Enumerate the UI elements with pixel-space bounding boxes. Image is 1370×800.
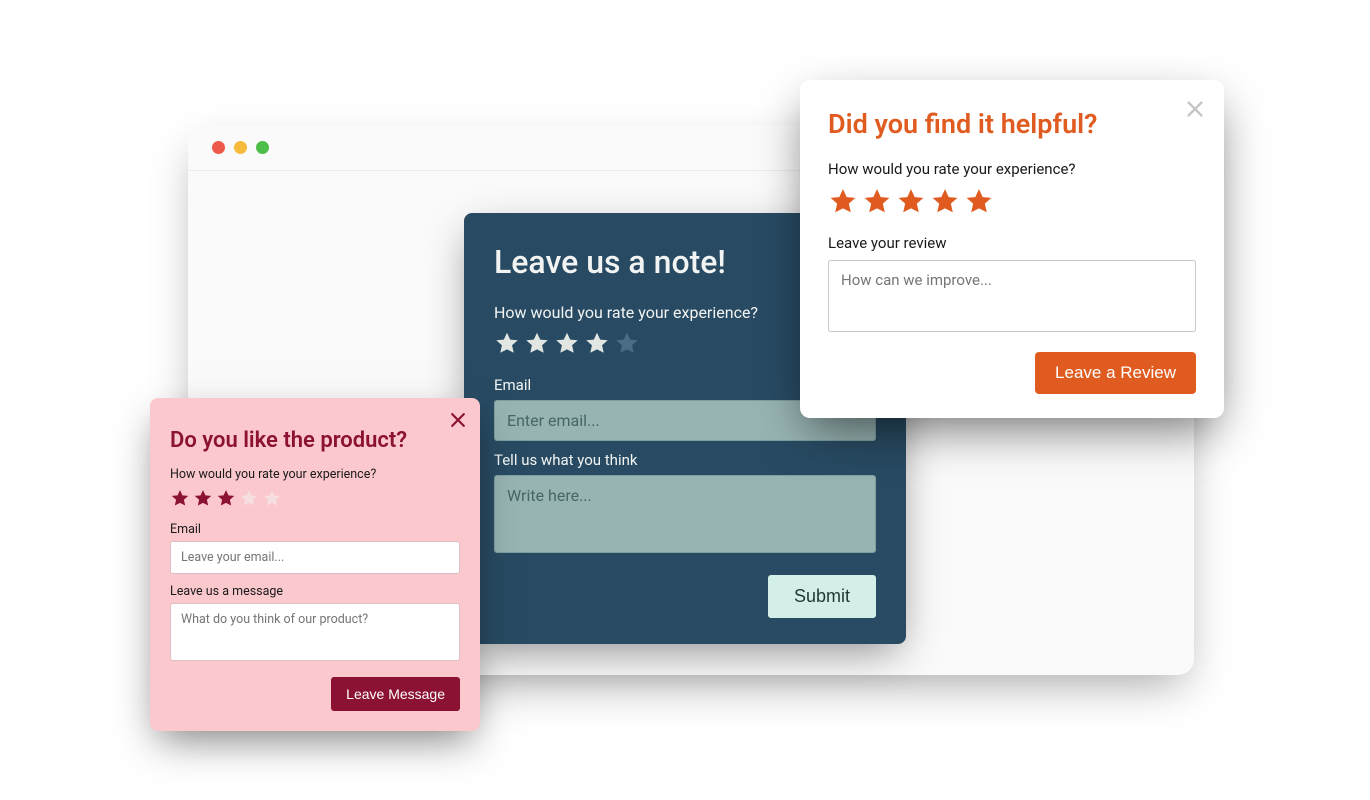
star-icon[interactable] xyxy=(584,330,610,356)
star-icon[interactable] xyxy=(170,488,190,508)
review-label: Leave your review xyxy=(828,234,1196,252)
rating-label: How would you rate your experience? xyxy=(170,467,460,482)
feedback-popup-helpful: Did you find it helpful? How would you r… xyxy=(800,80,1224,418)
message-textarea[interactable] xyxy=(494,475,876,553)
message-label: Leave us a message xyxy=(170,584,460,599)
star-icon[interactable] xyxy=(614,330,640,356)
star-icon[interactable] xyxy=(239,488,259,508)
close-icon[interactable] xyxy=(1184,98,1206,120)
star-icon[interactable] xyxy=(964,186,994,216)
star-icon[interactable] xyxy=(524,330,550,356)
popup-title: Did you find it helpful? xyxy=(828,108,1196,140)
popup-title: Do you like the product? xyxy=(170,428,460,453)
star-icon[interactable] xyxy=(828,186,858,216)
star-rating[interactable] xyxy=(170,488,460,508)
star-icon[interactable] xyxy=(930,186,960,216)
star-rating[interactable] xyxy=(828,186,1196,216)
message-textarea[interactable] xyxy=(170,603,460,661)
star-icon[interactable] xyxy=(193,488,213,508)
star-icon[interactable] xyxy=(896,186,926,216)
star-icon[interactable] xyxy=(862,186,892,216)
star-icon[interactable] xyxy=(216,488,236,508)
close-icon[interactable] xyxy=(448,410,468,430)
rating-label: How would you rate your experience? xyxy=(828,160,1196,178)
window-maximize-dot[interactable] xyxy=(256,141,269,154)
submit-button[interactable]: Submit xyxy=(768,575,876,618)
email-input[interactable] xyxy=(170,541,460,574)
star-icon[interactable] xyxy=(554,330,580,356)
leave-message-button[interactable]: Leave Message xyxy=(331,677,460,711)
star-icon[interactable] xyxy=(494,330,520,356)
window-close-dot[interactable] xyxy=(212,141,225,154)
window-minimize-dot[interactable] xyxy=(234,141,247,154)
feedback-popup-product: Do you like the product? How would you r… xyxy=(150,398,480,731)
star-icon[interactable] xyxy=(262,488,282,508)
leave-review-button[interactable]: Leave a Review xyxy=(1035,352,1196,394)
message-label: Tell us what you think xyxy=(494,451,876,469)
review-textarea[interactable] xyxy=(828,260,1196,332)
email-label: Email xyxy=(170,522,460,537)
